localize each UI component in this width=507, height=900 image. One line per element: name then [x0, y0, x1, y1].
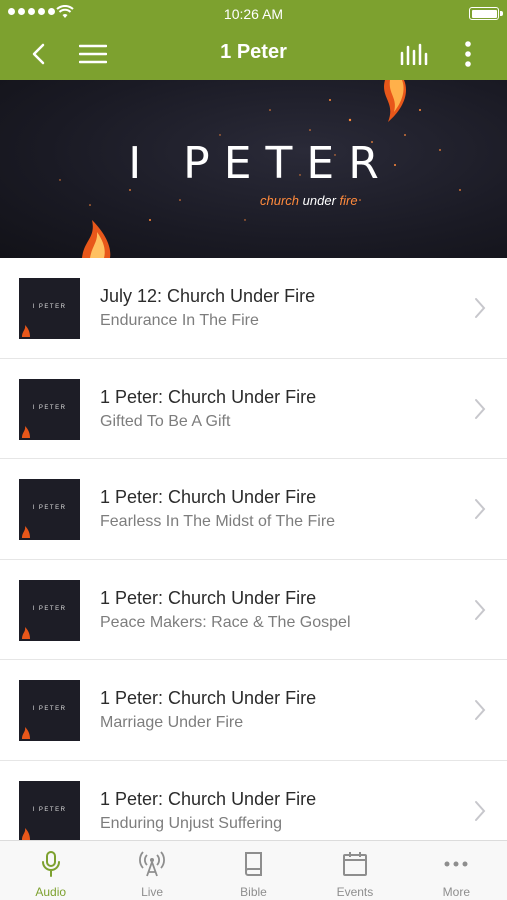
battery-icon — [469, 7, 503, 20]
book-icon — [244, 852, 262, 876]
sermon-list-item[interactable]: I PETER 1 Peter: Church Under Fire Fearl… — [0, 459, 507, 560]
sermon-subtitle: Peace Makers: Race & The Gospel — [100, 613, 351, 631]
flame-icon — [22, 626, 30, 639]
chevron-right-icon — [475, 800, 486, 821]
flame-icon — [22, 325, 30, 337]
now-playing-button[interactable] — [398, 38, 430, 70]
sermon-list-item[interactable]: I PETER 1 Peter: Church Under Fire Endur… — [0, 760, 507, 840]
tab-label: More — [442, 885, 470, 899]
sermon-thumbnail: I PETER — [19, 278, 80, 339]
thumbnail-title: I PETER — [32, 806, 67, 813]
sermon-thumbnail: I PETER — [19, 780, 80, 840]
sermon-subtitle: Gifted To Be A Gift — [100, 412, 231, 430]
thumbnail-title: I PETER — [32, 706, 67, 712]
banner-subtitle-under: under — [302, 193, 336, 208]
sermon-title: 1 Peter: Church Under Fire — [100, 587, 317, 608]
banner-subtitle: church under fire — [260, 193, 358, 208]
flame-icon — [22, 727, 30, 739]
tab-label: Audio — [35, 885, 67, 899]
sermon-title: 1 Peter: Church Under Fire — [100, 386, 317, 407]
flame-icon — [22, 425, 30, 438]
nav-bar: 1 Peter — [0, 28, 507, 80]
sermon-title: 1 Peter: Church Under Fire — [100, 487, 317, 507]
flame-icon — [22, 526, 30, 538]
sermon-thumbnail: I PETER — [19, 378, 80, 440]
chevron-right-icon — [475, 599, 486, 620]
sermon-list-item[interactable]: I PETER 1 Peter: Church Under Fire Marri… — [0, 660, 507, 761]
tab-live[interactable]: Live — [101, 841, 202, 900]
tab-audio[interactable]: Audio — [0, 841, 101, 900]
thumbnail-title: I PETER — [32, 304, 67, 310]
chevron-right-icon — [475, 700, 486, 720]
sermon-thumbnail: I PETER — [19, 680, 80, 741]
banner-title: I PETER — [128, 138, 393, 189]
more-dots-icon — [444, 861, 468, 867]
chevron-right-icon — [475, 298, 486, 318]
thumbnail-title: I PETER — [32, 404, 67, 411]
tab-label: Events — [336, 885, 374, 899]
sermon-list-item[interactable]: I PETER 1 Peter: Church Under Fire Peace… — [0, 559, 507, 660]
page-title: 1 Peter — [220, 41, 287, 63]
tab-more[interactable]: More — [406, 841, 507, 900]
tab-events[interactable]: Events — [304, 841, 405, 900]
series-banner: I PETER church under fire — [0, 80, 507, 258]
tab-bible[interactable]: Bible — [203, 841, 304, 900]
sermon-thumbnail: I PETER — [19, 479, 80, 540]
banner-subtitle-fire: fire — [339, 193, 358, 208]
more-options-button[interactable] — [452, 38, 484, 70]
sermon-subtitle: Marriage Under Fire — [100, 714, 244, 731]
thumbnail-title: I PETER — [32, 605, 67, 612]
sermon-subtitle: Fearless In The Midst of The Fire — [100, 513, 336, 530]
flame-icon — [22, 827, 30, 840]
status-time: 10:26 AM — [223, 6, 284, 22]
sermon-thumbnail: I PETER — [19, 579, 80, 641]
vertical-dots-icon — [465, 41, 471, 67]
status-bar: 10:26 AM — [0, 0, 507, 28]
sermon-list-item[interactable]: I PETER July 12: Church Under Fire Endur… — [0, 258, 507, 359]
microphone-icon — [41, 851, 60, 877]
chevron-right-icon — [475, 398, 486, 419]
banner-subtitle-church: church — [260, 193, 300, 208]
tab-label: Bible — [240, 885, 267, 899]
sermon-title: July 12: Church Under Fire — [100, 286, 316, 306]
sermon-list-item[interactable]: I PETER 1 Peter: Church Under Fire Gifte… — [0, 358, 507, 459]
broadcast-icon — [139, 851, 165, 877]
tab-bar: Audio Live Bible Events More — [0, 840, 507, 900]
sermon-title: 1 Peter: Church Under Fire — [100, 788, 317, 809]
chevron-right-icon — [475, 499, 486, 519]
sermon-subtitle: Endurance In The Fire — [100, 312, 259, 329]
sermon-title: 1 Peter: Church Under Fire — [100, 688, 317, 708]
sermon-subtitle: Enduring Unjust Suffering — [100, 814, 283, 832]
sermon-list: I PETER July 12: Church Under Fire Endur… — [0, 258, 507, 840]
thumbnail-title: I PETER — [32, 505, 67, 511]
calendar-icon — [342, 852, 367, 876]
tab-label: Live — [141, 885, 164, 899]
audio-bars-icon — [400, 43, 428, 65]
